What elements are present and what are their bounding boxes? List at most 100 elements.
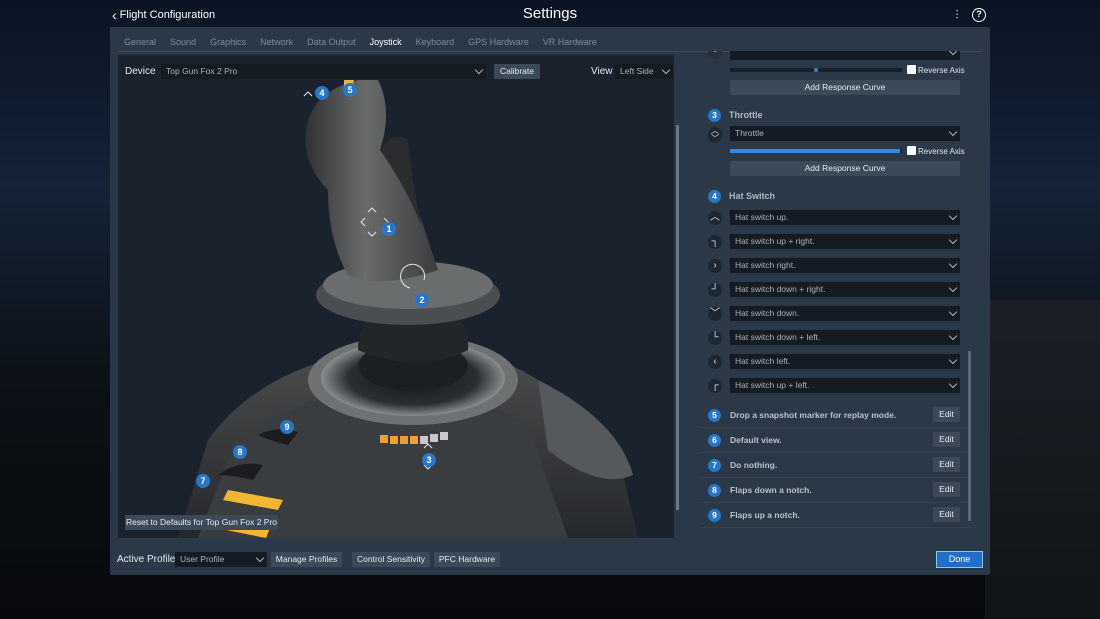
chevron-down-icon bbox=[948, 355, 958, 365]
page-title: Settings bbox=[522, 5, 578, 22]
view-select-value: Left Side bbox=[620, 65, 654, 76]
action-number: 7 bbox=[708, 459, 721, 472]
action-label: Flaps up a notch. bbox=[730, 510, 800, 520]
help-icon[interactable]: ? bbox=[972, 8, 986, 22]
hat-down-right-icon: ┘ bbox=[708, 283, 722, 297]
pfc-hardware-button[interactable]: PFC Hardware bbox=[434, 552, 500, 567]
view-select[interactable]: Left Side bbox=[615, 63, 673, 79]
marker-2[interactable]: 2 bbox=[415, 293, 429, 307]
left-scrollbar[interactable] bbox=[676, 125, 679, 510]
hat-switch-label: Hat Switch bbox=[729, 191, 776, 201]
edit-button[interactable]: Edit bbox=[933, 407, 960, 422]
settings-dialog: General Sound Graphics Network Data Outp… bbox=[110, 27, 990, 575]
tab-data-output[interactable]: Data Output bbox=[307, 37, 356, 51]
chevron-down-icon bbox=[948, 211, 958, 221]
throttle-reverse-axis-checkbox[interactable] bbox=[907, 146, 916, 155]
hat-up-right-icon: ┐ bbox=[708, 235, 722, 249]
hat-switch-select-value: Hat switch down + right. bbox=[735, 284, 826, 294]
action-row: 6 Default view. Edit bbox=[700, 428, 972, 453]
joystick-image: 1 2 3 4 5 7 8 9 bbox=[118, 80, 674, 538]
edit-button[interactable]: Edit bbox=[933, 457, 960, 472]
marker-4[interactable]: 4 bbox=[315, 86, 329, 100]
action-number: 8 bbox=[708, 484, 721, 497]
throttle-slider-fill bbox=[730, 149, 901, 153]
throttle-select[interactable]: Throttle bbox=[730, 126, 960, 141]
tab-keyboard[interactable]: Keyboard bbox=[416, 37, 455, 51]
tab-sound[interactable]: Sound bbox=[170, 37, 196, 51]
marker-1[interactable]: 1 bbox=[382, 222, 396, 236]
axis-assignment-pane: ◦ Reverse Axis Add Response Curve 3 Thro… bbox=[700, 51, 972, 539]
chevron-down-icon bbox=[948, 235, 958, 245]
top-reverse-axis-checkbox[interactable] bbox=[907, 65, 916, 74]
chevron-down-icon bbox=[948, 259, 958, 269]
tab-vr-hardware[interactable]: VR Hardware bbox=[543, 37, 597, 51]
hat-switch-select[interactable]: Hat switch down. bbox=[730, 306, 960, 321]
top-add-response-curve-button[interactable]: Add Response Curve bbox=[730, 80, 960, 95]
tab-general[interactable]: General bbox=[124, 37, 156, 51]
axis-updown-icon: ︿ ﹀ bbox=[708, 127, 722, 143]
edit-button[interactable]: Edit bbox=[933, 507, 960, 522]
marker-3[interactable]: 3 bbox=[422, 453, 436, 467]
hat-switch-select[interactable]: Hat switch down + left. bbox=[730, 330, 960, 345]
action-number: 5 bbox=[708, 409, 721, 422]
top-axis-slider[interactable] bbox=[730, 68, 902, 72]
device-select-value: Top Gun Fox 2 Pro bbox=[166, 65, 238, 76]
throttle-add-response-curve-button[interactable]: Add Response Curve bbox=[730, 161, 960, 176]
hat-switch-header: 4 Hat Switch bbox=[708, 189, 775, 203]
hat-switch-select-value: Hat switch left. bbox=[735, 356, 791, 366]
hat-left-icon: ‹ bbox=[708, 355, 722, 369]
hat-up-icon: ︿ bbox=[708, 211, 722, 225]
hat-switch-select[interactable]: Hat switch left. bbox=[730, 354, 960, 369]
marker-5[interactable]: 5 bbox=[343, 83, 357, 97]
chevron-down-icon bbox=[661, 65, 671, 74]
edit-button[interactable]: Edit bbox=[933, 432, 960, 447]
manage-profiles-button[interactable]: Manage Profiles bbox=[271, 552, 342, 567]
throttle-select-value: Throttle bbox=[735, 128, 764, 138]
hat-switch-select[interactable]: Hat switch down + right. bbox=[730, 282, 960, 297]
calibrate-button[interactable]: Calibrate bbox=[494, 63, 540, 79]
hat-switch-select[interactable]: Hat switch right. bbox=[730, 258, 960, 273]
top-axis-slider-knob bbox=[814, 68, 818, 72]
top-icons: ⫶ ? bbox=[950, 8, 986, 22]
action-row: 8 Flaps down a notch. Edit bbox=[700, 478, 972, 503]
background-instrument-panel bbox=[985, 300, 1100, 619]
action-label: Drop a snapshot marker for replay mode. bbox=[730, 410, 897, 420]
control-sensitivity-button[interactable]: Control Sensitivity bbox=[352, 552, 430, 567]
chevron-down-icon bbox=[948, 379, 958, 389]
action-label: Do nothing. bbox=[730, 460, 778, 470]
joystick-preview-pane: Device Top Gun Fox 2 Pro Calibrate View … bbox=[118, 55, 679, 538]
profile-select[interactable]: User Profile bbox=[175, 552, 267, 567]
marker-8[interactable]: 8 bbox=[233, 445, 247, 459]
chevron-down-icon bbox=[948, 307, 958, 317]
marker-7[interactable]: 7 bbox=[196, 474, 210, 488]
hat-up-left-icon: ┌ bbox=[708, 379, 722, 393]
tab-network[interactable]: Network bbox=[260, 37, 293, 51]
hat-switch-select-value: Hat switch down + left. bbox=[735, 332, 821, 342]
throttle-label: Throttle bbox=[729, 110, 763, 120]
top-reverse-axis-label: Reverse Axis bbox=[918, 66, 965, 75]
hat-switch-select[interactable]: Hat switch up. bbox=[730, 210, 960, 225]
edit-button[interactable]: Edit bbox=[933, 482, 960, 497]
throttle-slider[interactable] bbox=[730, 149, 902, 153]
hat-switch-select-value: Hat switch up. bbox=[735, 212, 789, 222]
tab-graphics[interactable]: Graphics bbox=[210, 37, 246, 51]
device-label: Device bbox=[125, 65, 156, 77]
throttle-reverse-axis-label: Reverse Axis bbox=[918, 147, 965, 156]
reset-defaults-button[interactable]: Reset to Defaults for Top Gun Fox 2 Pro bbox=[125, 515, 278, 530]
marker-9[interactable]: 9 bbox=[280, 420, 294, 434]
hat-switch-select[interactable]: Hat switch up + right. bbox=[730, 234, 960, 249]
throttle-number: 3 bbox=[708, 108, 721, 122]
left-scrollbar-thumb[interactable] bbox=[676, 125, 679, 510]
device-select[interactable]: Top Gun Fox 2 Pro bbox=[161, 63, 486, 79]
axis-icon: ◦ bbox=[708, 51, 722, 59]
sliders-icon[interactable]: ⫶ bbox=[950, 8, 964, 22]
hat-switch-select[interactable]: Hat switch up + left. bbox=[730, 378, 960, 393]
tab-gps-hardware[interactable]: GPS Hardware bbox=[468, 37, 529, 51]
hat-switch-select-value: Hat switch up + right. bbox=[735, 236, 815, 246]
view-label: View bbox=[591, 65, 613, 77]
joystick-illustration bbox=[118, 80, 674, 538]
partial-axis-select[interactable] bbox=[730, 51, 960, 60]
right-scrollbar[interactable] bbox=[968, 351, 971, 521]
action-label: Default view. bbox=[730, 435, 782, 445]
done-button[interactable]: Done bbox=[936, 551, 983, 568]
